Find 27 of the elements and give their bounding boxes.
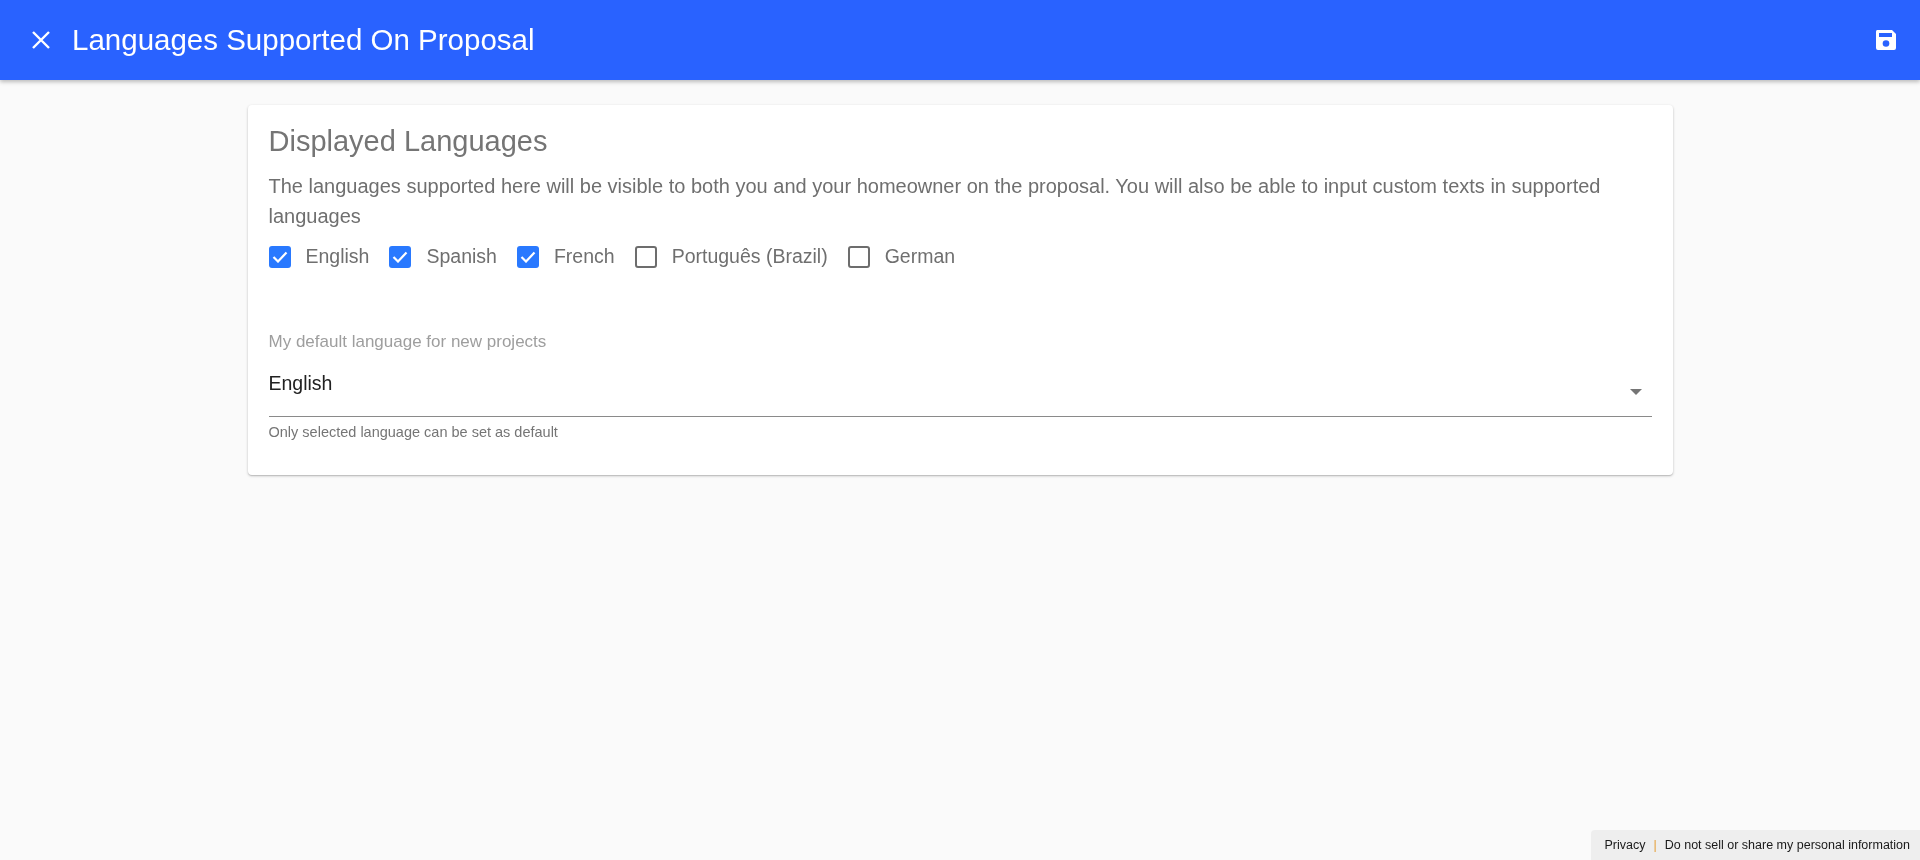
checkbox[interactable] <box>389 245 412 268</box>
checkbox-label[interactable]: Português (Brazil) <box>671 245 828 268</box>
checkbox-label[interactable]: German <box>884 245 956 268</box>
checkmark-icon <box>271 250 288 263</box>
helper-text: Only selected language can be set as default <box>268 424 558 440</box>
checkbox-label[interactable]: French <box>553 245 615 268</box>
privacy-choices-link[interactable]: Do not sell or share my personal information <box>1664 838 1910 852</box>
save-button[interactable] <box>1874 28 1898 52</box>
close-button[interactable] <box>30 29 52 51</box>
checkmark-icon <box>519 250 536 263</box>
separator-text: | <box>1653 838 1657 852</box>
checkbox[interactable] <box>634 245 657 268</box>
checkbox-label[interactable]: Spanish <box>426 245 497 268</box>
close-icon <box>32 31 50 49</box>
field-label: My default language for new projects <box>268 332 547 352</box>
checkbox[interactable] <box>847 245 870 268</box>
language-select[interactable]: English <box>268 372 1652 417</box>
checkbox[interactable] <box>268 245 291 268</box>
section-description: The languages supported here will be visible to both you and your homeowner on the proposal. You will also be able to input custom texts in supported languages <box>268 174 1602 229</box>
checkmark-icon <box>392 250 409 263</box>
save-icon <box>1874 28 1898 52</box>
checkbox[interactable] <box>516 245 539 268</box>
checkbox-label[interactable]: English <box>305 245 370 268</box>
section-heading: Displayed Languages <box>268 124 549 159</box>
page-title: Languages Supported On Proposal <box>72 23 536 57</box>
privacy-link[interactable]: Privacy <box>1604 838 1646 852</box>
caret-icon <box>1629 389 1642 395</box>
